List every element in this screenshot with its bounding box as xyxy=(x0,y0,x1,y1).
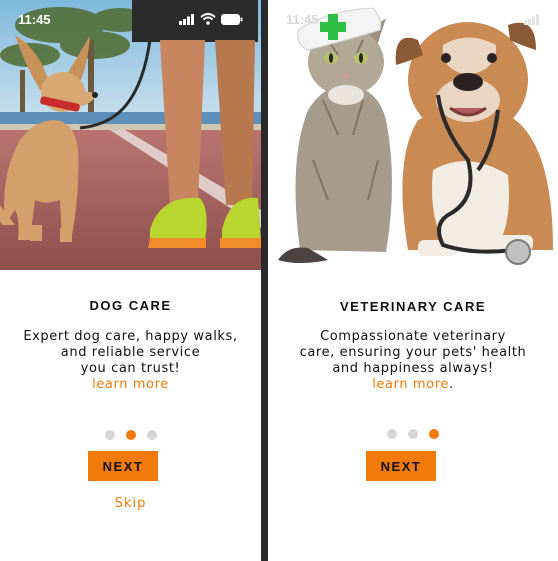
page-indicator xyxy=(268,429,558,439)
next-button[interactable]: NEXT xyxy=(88,451,158,481)
hero-photo-dog-walk xyxy=(0,0,261,270)
status-bar: 11:45 xyxy=(268,0,558,38)
hero-photo-vet-pets xyxy=(268,0,558,270)
signal-icon xyxy=(524,13,539,25)
next-button[interactable]: NEXT xyxy=(366,451,436,481)
description-line: Compassionate veterinary xyxy=(320,329,506,344)
description-line: care, ensuring your pets' health xyxy=(299,345,527,360)
page-dot-active[interactable] xyxy=(429,429,439,439)
status-icons xyxy=(179,13,243,25)
battery-icon xyxy=(221,13,243,25)
status-bar: 11:45 xyxy=(0,0,261,38)
signal-icon xyxy=(179,13,194,25)
page-dot-active[interactable] xyxy=(125,430,136,440)
screen-description: Compassionate veterinary care, ensuring … xyxy=(268,329,558,393)
skip-link[interactable]: Skip xyxy=(0,496,261,511)
description-line: and happiness always! xyxy=(332,361,494,376)
description-line: you can trust! xyxy=(80,361,181,376)
status-time: 11:45 xyxy=(286,11,319,27)
page-dot[interactable] xyxy=(387,429,397,439)
onboarding-screen-dog-care: 11:45 DOG CARE Expert dog care, happy wa… xyxy=(0,0,261,561)
status-time: 11:45 xyxy=(18,11,51,27)
screen-description: Expert dog care, happy walks, and reliab… xyxy=(0,329,261,393)
page-dot[interactable] xyxy=(104,430,115,440)
learn-more-link[interactable]: learn more xyxy=(92,377,169,392)
vet-pets-photo xyxy=(268,0,558,270)
description-line: and reliable service xyxy=(60,345,201,360)
page-dot[interactable] xyxy=(408,429,418,439)
description-line: Expert dog care, happy walks, xyxy=(23,329,238,344)
dog-walk-photo xyxy=(0,0,261,270)
screen-title: DOG CARE xyxy=(89,298,172,313)
wifi-icon xyxy=(200,13,216,25)
screen-title: VETERINARY CARE xyxy=(339,299,487,314)
onboarding-screen-veterinary-care: 11:45 VETERINARY CARE Compassionate vete… xyxy=(268,0,558,561)
status-icons xyxy=(524,13,540,25)
learn-more-link[interactable]: learn more xyxy=(372,377,449,392)
learn-more-period: . xyxy=(449,377,454,392)
stethoscope-chestpiece xyxy=(505,239,531,265)
page-dot[interactable] xyxy=(146,430,157,440)
page-indicator xyxy=(0,430,261,440)
